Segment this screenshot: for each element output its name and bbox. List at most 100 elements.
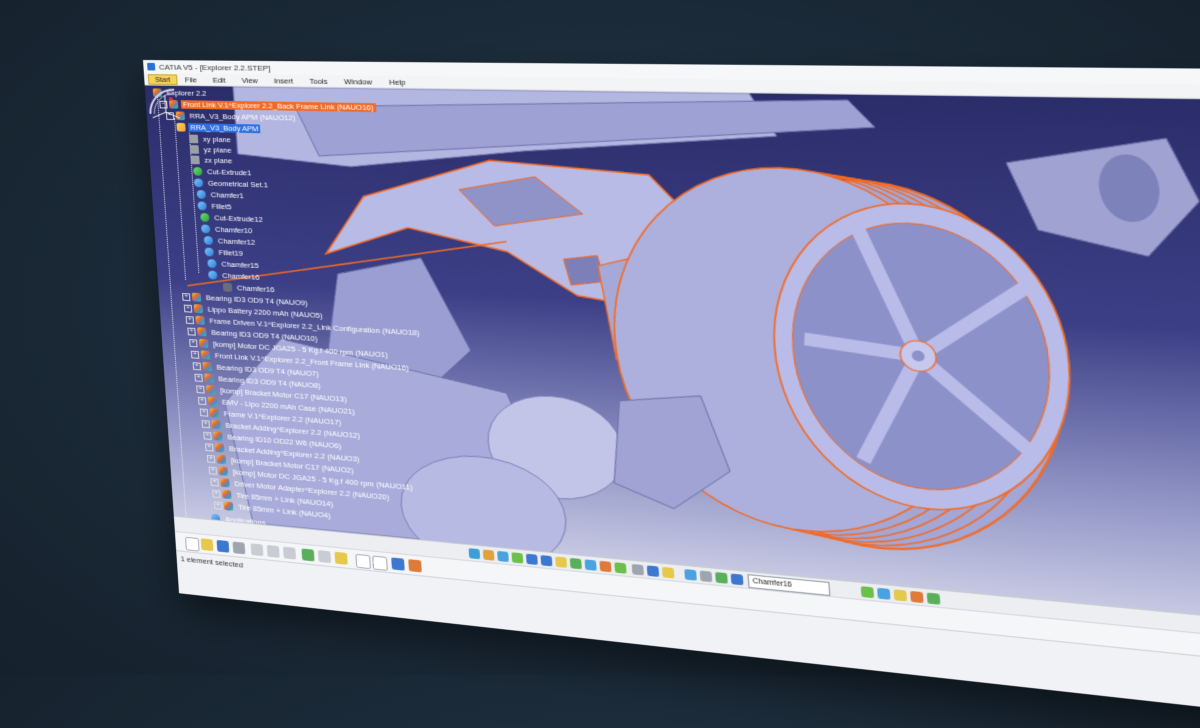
expand-toggle[interactable]: +	[212, 489, 221, 498]
expand-toggle[interactable]: +	[189, 338, 198, 347]
expand-toggle[interactable]: +	[182, 292, 191, 301]
expand-toggle[interactable]: +	[205, 442, 214, 452]
tree-item-zx-plane[interactable]: zx plane	[190, 155, 234, 167]
expand-toggle[interactable]: +	[190, 350, 200, 359]
chamfer-icon	[207, 259, 217, 269]
plane-icon	[189, 145, 200, 154]
expand-toggle[interactable]: +	[196, 384, 205, 394]
swap-space-icon[interactable]	[614, 562, 627, 574]
expand-toggle[interactable]: +	[206, 454, 216, 463]
expand-toggle[interactable]: +	[194, 373, 203, 382]
analysis-icon[interactable]	[910, 590, 924, 604]
part-icon	[193, 304, 204, 314]
expand-toggle[interactable]: +	[213, 500, 223, 510]
copy-icon[interactable]	[266, 544, 280, 558]
expand-toggle[interactable]: +	[199, 407, 209, 417]
body-icon	[176, 122, 186, 132]
part-icon	[200, 350, 211, 360]
comment-icon[interactable]	[372, 555, 388, 571]
part-design-icon[interactable]	[860, 586, 875, 599]
part-icon	[197, 327, 207, 337]
fillet-icon	[204, 247, 214, 257]
expand-toggle[interactable]: +	[210, 477, 219, 487]
grid-icon[interactable]	[715, 572, 728, 584]
expand-toggle[interactable]: +	[185, 315, 194, 324]
part-icon	[220, 478, 230, 488]
expand-toggle[interactable]: +	[187, 327, 196, 336]
sketch-icon	[222, 282, 233, 292]
undo-icon[interactable]	[301, 548, 315, 562]
open-folder-icon[interactable]	[200, 538, 214, 552]
formula-icon[interactable]	[355, 553, 371, 570]
table-icon[interactable]	[391, 557, 405, 571]
tree-item-feature[interactable]: Fillet19	[204, 247, 245, 259]
knowledge-icon[interactable]	[408, 559, 422, 573]
menu-start[interactable]: Start	[147, 73, 178, 85]
hide-show-icon[interactable]	[599, 560, 612, 573]
status-text: 1 element selected	[180, 554, 244, 570]
tree-item-feature[interactable]: Cut-Extrude1	[193, 166, 254, 178]
fit-all-icon[interactable]	[482, 549, 495, 561]
tree-item-feature[interactable]: Chamfer16	[208, 270, 262, 283]
tree-line-body	[174, 118, 187, 280]
menu-edit[interactable]: Edit	[204, 75, 233, 84]
view-mode-icon[interactable]	[584, 559, 597, 571]
rotate-icon[interactable]	[511, 552, 524, 564]
part-icon	[209, 408, 220, 418]
menu-window[interactable]: Window	[336, 77, 381, 86]
part-icon	[191, 292, 202, 302]
pad-feature-icon	[193, 166, 203, 176]
axis-triad-icon	[152, 94, 187, 124]
normal-view-icon[interactable]	[555, 556, 568, 568]
views-icon[interactable]	[569, 557, 582, 570]
tree-item-feature[interactable]: Chamfer1	[196, 189, 246, 201]
window-title: CATIA V5 - [Explorer 2.2.STEP]	[158, 62, 271, 73]
database-icon[interactable]	[730, 573, 744, 586]
print-icon[interactable]	[232, 541, 246, 555]
chamfer-icon	[196, 189, 207, 199]
part-icon	[195, 315, 205, 325]
part-icon	[206, 385, 216, 395]
expand-toggle[interactable]: +	[203, 431, 212, 440]
measure-icon[interactable]	[631, 563, 645, 576]
catia-window: CATIA V5 - [Explorer 2.2.STEP] – □ ✕ Sta…	[143, 60, 1200, 728]
expand-toggle[interactable]: +	[192, 361, 202, 370]
chamfer-icon	[200, 224, 211, 234]
assembly-icon[interactable]	[877, 587, 891, 600]
menu-help[interactable]: Help	[380, 77, 414, 86]
menu-view[interactable]: View	[233, 76, 266, 85]
snap-icon[interactable]	[699, 570, 713, 583]
paste-icon[interactable]	[282, 546, 297, 560]
redo-icon[interactable]	[317, 550, 332, 564]
select-icon[interactable]	[684, 569, 697, 581]
cut-icon[interactable]	[250, 543, 264, 557]
drafting-icon[interactable]	[893, 589, 908, 602]
new-file-icon[interactable]	[184, 536, 200, 552]
whats-this-icon[interactable]	[334, 551, 348, 565]
part-icon	[207, 396, 218, 406]
save-icon[interactable]	[216, 539, 230, 553]
catia-app-icon	[147, 62, 156, 71]
menu-tools[interactable]: Tools	[301, 76, 336, 85]
apply-material-icon[interactable]	[646, 565, 660, 577]
chamfer-icon	[203, 235, 214, 245]
geometrical-set-icon	[193, 178, 204, 188]
zoom-out-icon[interactable]	[540, 555, 553, 567]
update-icon[interactable]	[661, 566, 675, 579]
menu-file[interactable]: File	[177, 75, 205, 84]
workbench-icon[interactable]	[926, 592, 941, 605]
menu-insert[interactable]: Insert	[266, 76, 302, 85]
expand-toggle[interactable]: +	[183, 304, 193, 313]
chamfer-icon	[208, 270, 218, 280]
expand-toggle[interactable]: +	[201, 419, 210, 428]
expand-toggle[interactable]: +	[197, 396, 207, 405]
expand-toggle[interactable]: +	[208, 465, 218, 475]
part-icon	[223, 501, 234, 511]
zoom-in-icon[interactable]	[525, 553, 538, 565]
tree-item-active-body[interactable]: RRA_V3_Body APM	[176, 122, 261, 134]
tree-item-feature[interactable]: Fillet5	[197, 200, 233, 212]
part-icon	[204, 373, 214, 383]
fly-mode-icon[interactable]	[468, 548, 481, 560]
fillet-icon	[197, 201, 207, 211]
pan-icon[interactable]	[497, 550, 509, 563]
